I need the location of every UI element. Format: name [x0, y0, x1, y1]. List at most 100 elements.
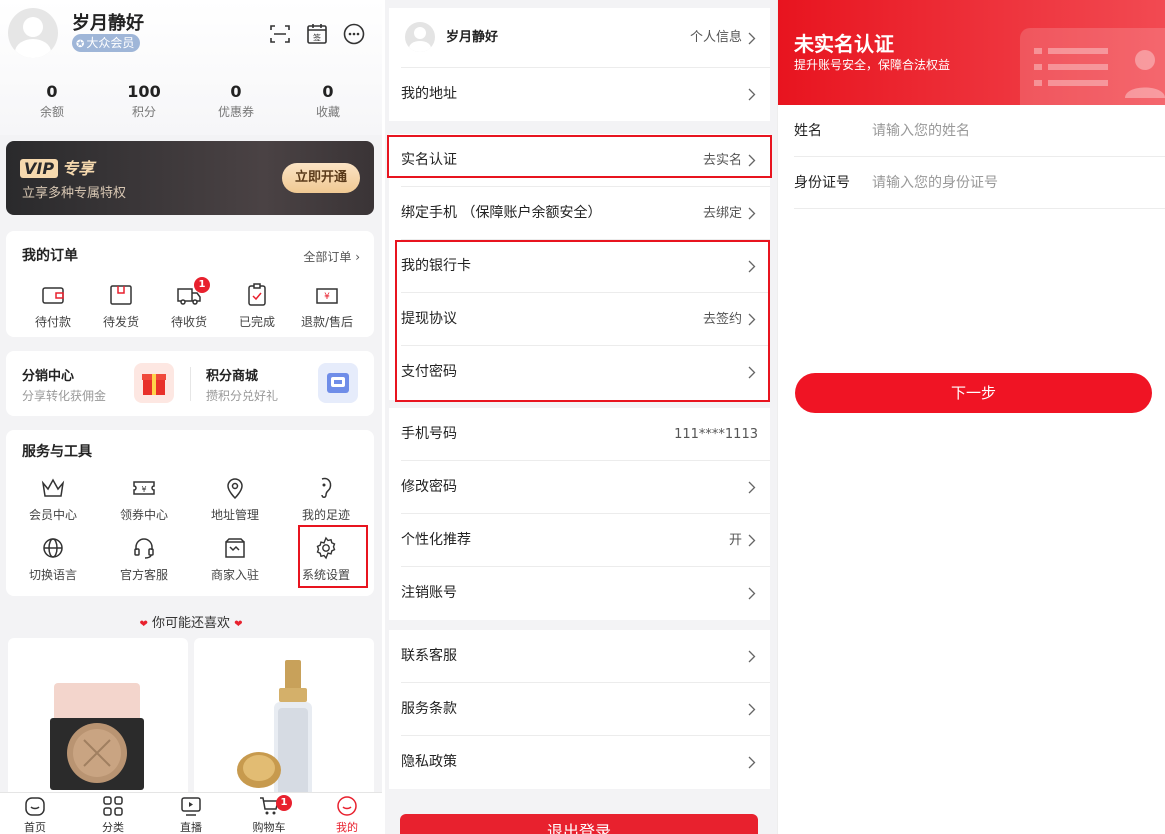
order-completed[interactable]: 已完成 [222, 281, 292, 330]
tab-label: 分类 [102, 821, 124, 834]
service-system-settings[interactable]: 系统设置 [291, 534, 361, 583]
service-member-center[interactable]: 会员中心 [18, 474, 88, 523]
order-label: 已完成 [238, 315, 275, 329]
tab-home[interactable]: 首页 [0, 795, 73, 834]
crown-icon [41, 478, 65, 497]
chevron-right-icon [748, 32, 756, 45]
checkin-calendar-icon[interactable]: 签 [305, 22, 329, 46]
chevron-right-icon [748, 154, 756, 167]
settings-row-address[interactable]: 我的地址 [389, 68, 770, 121]
profile-row[interactable]: 岁月静好 个人信息 [389, 8, 770, 68]
stat-balance[interactable]: 0 余额 [7, 82, 97, 120]
service-label: 我的足迹 [301, 508, 350, 522]
yen-symbol: ¥ [324, 292, 330, 302]
order-label: 待发货 [102, 315, 139, 329]
row-value: 111****1113 [674, 427, 758, 442]
row-label: 隐私政策 [401, 754, 457, 770]
verification-header: 未实名认证 提升账号安全，保障合法权益 [778, 0, 1165, 105]
divider [794, 208, 1165, 209]
settings-row-contact-service[interactable]: 联系客服 [389, 630, 770, 683]
id-number-input[interactable] [872, 169, 1142, 197]
orders-card: 我的订单 全部订单 › 待付款 待发货 1 待收货 已完成 ¥ 退款/售后 [6, 231, 374, 337]
stat-points[interactable]: 100 积分 [99, 82, 189, 120]
row-value: 开 [728, 533, 742, 548]
live-icon [181, 797, 201, 816]
settings-row-bank-card[interactable]: 我的银行卡 [389, 240, 770, 293]
chevron-right-icon [748, 366, 756, 379]
tab-cart[interactable]: 1 购物车 [231, 795, 307, 834]
stat-coupons[interactable]: 0 优惠券 [191, 82, 281, 120]
settings-row-service-terms[interactable]: 服务条款 [389, 683, 770, 736]
product-card[interactable] [194, 638, 374, 808]
home-icon [25, 797, 45, 816]
message-icon[interactable] [342, 22, 366, 46]
vip-banner[interactable]: VIP 专享 立享多种专属特权 立即开通 [6, 141, 374, 215]
distribution-card: 分销中心 分享转化获佣金 积分商城 攒积分兑好礼 [6, 351, 374, 416]
service-switch-language[interactable]: 切换语言 [18, 534, 88, 583]
divider [190, 367, 191, 401]
settings-row-cancel-account[interactable]: 注销账号 [389, 567, 770, 620]
category-icon [103, 796, 123, 816]
name-label: 姓名 [794, 123, 822, 139]
avatar[interactable] [8, 8, 58, 58]
chevron-right-icon [748, 207, 756, 220]
service-footprint[interactable]: 我的足迹 [291, 474, 361, 523]
profile-name: 岁月静好 [446, 30, 499, 45]
service-label: 地址管理 [210, 508, 259, 522]
settings-row-withdraw-agreement[interactable]: 提现协议 去签约 [389, 293, 770, 346]
order-pending-shipment[interactable]: 待发货 [86, 281, 156, 330]
globe-icon [43, 538, 63, 558]
settings-row-pay-password[interactable]: 支付密码 [389, 346, 770, 399]
settings-row-bind-phone[interactable]: 绑定手机 （保障账户余额安全） 去绑定 [389, 187, 770, 240]
logout-button[interactable]: 退出登录 [400, 814, 758, 834]
tab-category[interactable]: 分类 [75, 795, 151, 834]
service-address-management[interactable]: 地址管理 [200, 474, 270, 523]
row-label: 修改密码 [401, 479, 457, 495]
row-value: 去实名 [702, 153, 742, 168]
chevron-right-icon [748, 534, 756, 547]
chevron-right-icon: › [355, 250, 360, 264]
profile-info-link: 个人信息 [689, 30, 742, 45]
star-icon: ✪ [76, 39, 85, 50]
chevron-right-icon [748, 88, 756, 101]
all-orders-link[interactable]: 全部订单 › [303, 248, 360, 265]
name-field: 姓名 [778, 105, 1165, 157]
service-label: 系统设置 [301, 568, 350, 582]
service-merchant-join[interactable]: 商家入驻 [200, 534, 270, 583]
settings-row-personalization[interactable]: 个性化推荐 开 [389, 514, 770, 567]
scan-icon[interactable] [268, 22, 292, 46]
distribution-title: 分销中心 [22, 369, 75, 384]
tab-live[interactable]: 直播 [153, 795, 229, 834]
yen-symbol: ¥ [141, 485, 146, 494]
row-label: 提现协议 [401, 311, 457, 327]
coupon-icon: ¥ [133, 481, 155, 495]
member-level-badge: ✪ 大众会员 [72, 34, 141, 52]
realname-verification-page: 未实名认证 提升账号安全，保障合法权益 姓名 身份证号 下一步 [777, 0, 1165, 834]
service-coupon-center[interactable]: ¥ 领券中心 [109, 474, 179, 523]
service-customer-service[interactable]: 官方客服 [109, 534, 179, 583]
order-refund[interactable]: ¥ 退款/售后 [292, 281, 362, 330]
settings-row-privacy-policy[interactable]: 隐私政策 [389, 736, 770, 789]
settings-row-realname[interactable]: 实名认证 去实名 [389, 134, 770, 187]
stat-favorites[interactable]: 0 收藏 [283, 82, 373, 120]
avatar [405, 22, 435, 52]
vip-open-button[interactable]: 立即开通 [282, 163, 360, 193]
product-card[interactable] [8, 638, 188, 808]
service-label: 官方客服 [119, 568, 168, 582]
store-icon [225, 538, 245, 558]
stat-value: 100 [127, 82, 161, 101]
tab-mine[interactable]: 我的 [309, 795, 382, 834]
row-label: 支付密码 [401, 364, 457, 380]
order-pending-receipt[interactable]: 1 待收货 [154, 277, 224, 330]
settings-row-change-password[interactable]: 修改密码 [389, 461, 770, 514]
name-input[interactable] [872, 117, 1142, 145]
row-label: 个性化推荐 [401, 532, 471, 548]
vip-subtitle: 立享多种专属特权 [22, 186, 127, 201]
id-card-icon [1020, 28, 1165, 105]
heart-icon: ❤ [139, 619, 148, 630]
next-step-button[interactable]: 下一步 [795, 373, 1152, 413]
order-pending-payment[interactable]: 待付款 [18, 281, 88, 330]
tab-label: 直播 [180, 821, 202, 834]
profile-page: 岁月静好 ✪ 大众会员 签 0 余额 100 积分 0 优惠券 0 收藏 VIP… [0, 0, 382, 834]
stat-label: 余额 [39, 105, 64, 119]
